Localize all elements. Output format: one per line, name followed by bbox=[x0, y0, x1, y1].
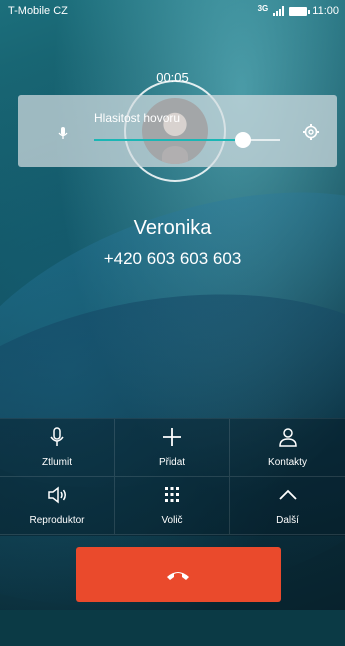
volume-title: Hlasitost hovoru bbox=[94, 111, 181, 125]
mute-button[interactable]: Ztlumit bbox=[0, 419, 115, 477]
phone-number: +420 603 603 603 bbox=[103, 249, 242, 268]
call-controls: Ztlumit Přidat Kontakty Reproduktor Voli… bbox=[0, 418, 345, 536]
clock: 11:00 bbox=[312, 5, 339, 17]
phone-hangup-icon bbox=[167, 572, 189, 580]
status-bar: T-Mobile CZ 3G 11:00 bbox=[0, 0, 345, 22]
more-label: Další bbox=[276, 515, 299, 526]
volume-slider[interactable] bbox=[94, 132, 280, 148]
network-type: 3G bbox=[257, 3, 269, 13]
battery-icon bbox=[289, 6, 311, 16]
microphone-icon bbox=[50, 427, 64, 446]
status-indicators: 3G 11:00 bbox=[257, 3, 339, 18]
microphone-icon bbox=[58, 127, 68, 139]
add-call-label: Přidat bbox=[158, 457, 186, 468]
end-call-button[interactable] bbox=[76, 547, 281, 602]
contact-name: Veronika bbox=[133, 217, 212, 239]
mute-label: Ztlumit bbox=[42, 457, 72, 468]
speaker-icon bbox=[48, 486, 66, 504]
contacts-label: Kontakty bbox=[268, 457, 307, 468]
call-volume-panel: Hlasitost hovoru bbox=[18, 95, 337, 167]
contacts-icon bbox=[278, 428, 297, 447]
dialpad-icon bbox=[165, 487, 179, 502]
signal-icon bbox=[273, 6, 285, 16]
carrier-name: T-Mobile CZ bbox=[8, 5, 68, 17]
speaker-label: Reproduktor bbox=[29, 515, 85, 526]
more-button[interactable]: Další bbox=[230, 477, 345, 535]
gear-icon[interactable] bbox=[302, 123, 320, 141]
volume-slider-fill bbox=[94, 139, 243, 141]
dialpad-label: Volič bbox=[161, 515, 183, 526]
speaker-button[interactable]: Reproduktor bbox=[0, 477, 115, 535]
plus-icon bbox=[163, 428, 181, 446]
contacts-button[interactable]: Kontakty bbox=[230, 419, 345, 477]
chevron-up-icon bbox=[278, 489, 297, 500]
call-timer: 00:05 bbox=[156, 70, 189, 85]
add-call-button[interactable]: Přidat bbox=[115, 419, 230, 477]
volume-slider-thumb[interactable] bbox=[234, 132, 251, 148]
dialpad-button[interactable]: Volič bbox=[115, 477, 230, 535]
